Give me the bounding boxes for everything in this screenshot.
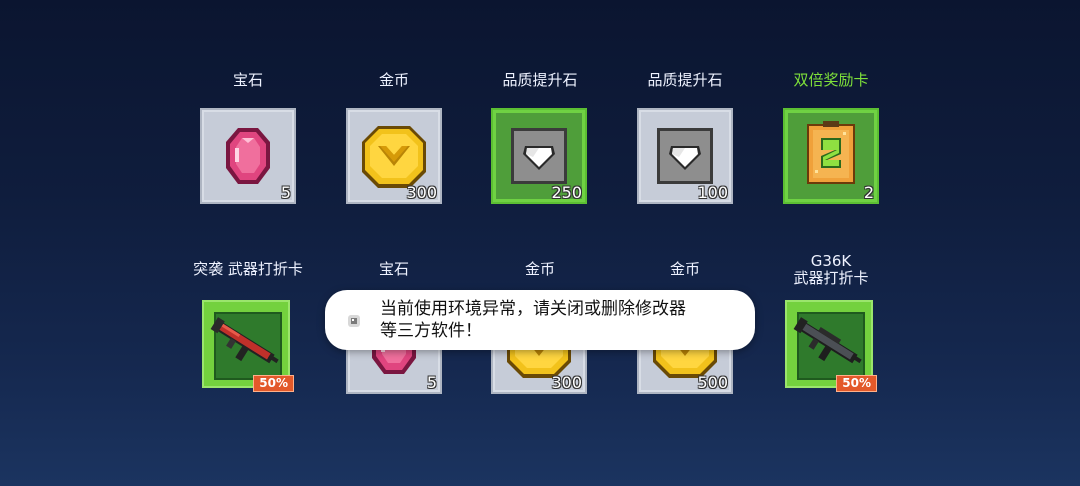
item-quantity: 2: [863, 183, 874, 202]
reward-label: 双倍奖励卡: [793, 71, 869, 89]
reward-label: 宝石: [232, 71, 263, 89]
item-quantity: 300: [551, 373, 582, 392]
toast-message: 当前使用环境异常，请关闭或删除修改器 等三方软件！: [380, 298, 740, 342]
item-quantity: 300: [406, 183, 437, 202]
warning-toast: 当前使用环境异常，请关闭或删除修改器 等三方软件！: [325, 290, 755, 350]
reward-item-gem[interactable]: 5: [200, 108, 296, 204]
reward-label: 金币: [669, 260, 700, 278]
reward-item-assault-discount-card[interactable]: 50%: [200, 298, 296, 394]
item-quantity: 5: [280, 183, 291, 202]
item-quantity: 250: [551, 183, 582, 202]
reward-label: 突袭 武器打折卡: [193, 260, 303, 278]
reward-label: 品质提升石: [647, 71, 723, 89]
reward-item-double-card[interactable]: 2: [783, 108, 879, 204]
reward-label-line1: G36K: [810, 252, 852, 270]
app-icon: [348, 315, 360, 327]
reward-label-line2: 武器打折卡: [793, 269, 869, 287]
reward-item-g36k-discount-card[interactable]: 50%: [783, 298, 879, 394]
item-quantity: 500: [697, 373, 728, 392]
toast-line-2: 等三方软件！: [380, 321, 482, 341]
discount-badge: 50%: [836, 375, 877, 392]
reward-item-quality-stone[interactable]: 100: [637, 108, 733, 204]
reward-label: 金币: [378, 71, 409, 89]
reward-item-coin[interactable]: 300: [346, 108, 442, 204]
reward-label: 品质提升石: [502, 71, 578, 89]
reward-item-quality-stone[interactable]: 250: [491, 108, 587, 204]
reward-label: 宝石: [378, 260, 409, 278]
discount-badge: 50%: [253, 375, 294, 392]
item-quantity: 100: [697, 183, 728, 202]
reward-label: 金币: [524, 260, 555, 278]
item-quantity: 5: [426, 373, 437, 392]
toast-line-1: 当前使用环境异常，请关闭或删除修改器: [380, 299, 686, 319]
